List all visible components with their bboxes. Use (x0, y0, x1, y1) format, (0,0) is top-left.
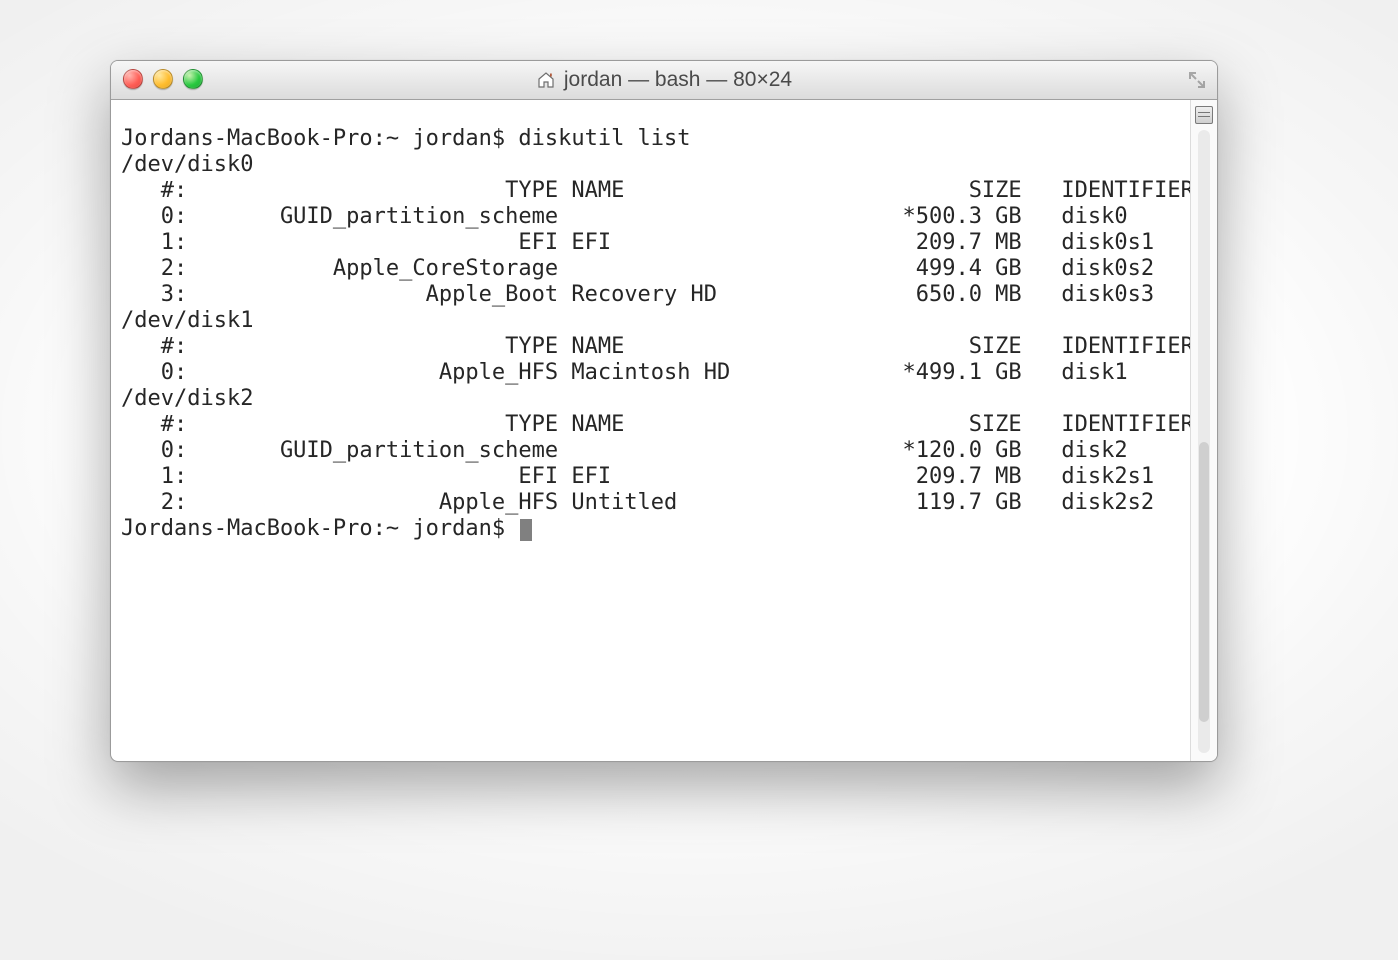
scrollbar-track[interactable] (1198, 130, 1210, 753)
fullscreen-button[interactable] (1187, 70, 1207, 90)
terminal-cursor (520, 519, 532, 541)
terminal-output[interactable]: Jordans-MacBook-Pro:~ jordan$ diskutil l… (111, 122, 1190, 739)
traffic-lights (123, 69, 203, 89)
window-title: jordan — bash — 80×24 (564, 68, 792, 92)
scrollbar-thumb[interactable] (1199, 442, 1209, 722)
terminal-window: jordan — bash — 80×24 Jordans-MacBook-Pr… (110, 60, 1218, 762)
home-icon (536, 70, 556, 90)
scrollbar-column (1190, 100, 1217, 761)
window-title-area: jordan — bash — 80×24 (536, 68, 792, 92)
zoom-button[interactable] (183, 69, 203, 89)
close-button[interactable] (123, 69, 143, 89)
minimize-button[interactable] (153, 69, 173, 89)
titlebar[interactable]: jordan — bash — 80×24 (111, 61, 1217, 100)
scrollbar-menu-icon[interactable] (1195, 106, 1213, 124)
